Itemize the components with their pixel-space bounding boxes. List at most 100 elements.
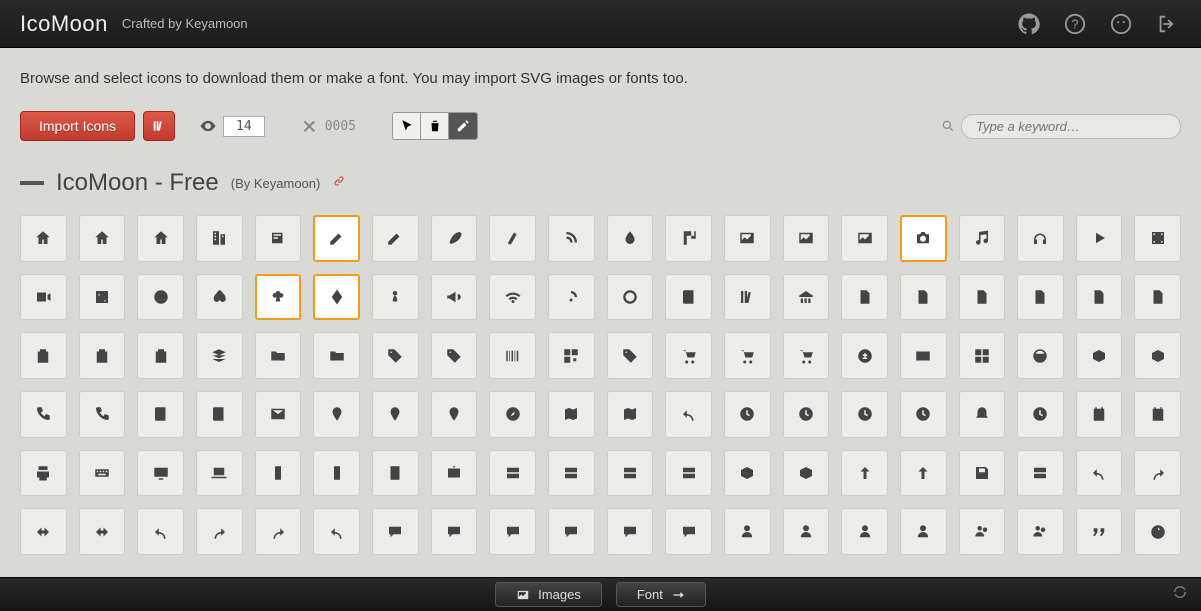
- icon-tags[interactable]: [372, 332, 419, 379]
- icon-bullhorn[interactable]: [431, 274, 478, 321]
- icon-location2[interactable]: [431, 391, 478, 438]
- icon-users2[interactable]: [1017, 508, 1064, 555]
- icon-bubbles3[interactable]: [607, 508, 654, 555]
- icon-notebook[interactable]: [196, 391, 243, 438]
- icon-laptop[interactable]: [196, 450, 243, 497]
- icon-redo2[interactable]: [196, 508, 243, 555]
- icon-forward[interactable]: [255, 508, 302, 555]
- icon-keyboard[interactable]: [79, 450, 126, 497]
- icon-bell[interactable]: [959, 391, 1006, 438]
- icon-location[interactable]: [372, 391, 419, 438]
- icon-connection[interactable]: [489, 274, 536, 321]
- icon-quill[interactable]: [431, 215, 478, 262]
- icon-qrcode[interactable]: [489, 332, 536, 379]
- select-mode-button[interactable]: [393, 113, 421, 139]
- icon-file[interactable]: [841, 274, 888, 321]
- icon-folder[interactable]: [196, 332, 243, 379]
- icon-image[interactable]: [724, 215, 771, 262]
- icon-barcode[interactable]: [431, 332, 478, 379]
- icon-drawer[interactable]: [548, 450, 595, 497]
- icon-cart3[interactable]: [724, 332, 771, 379]
- icon-feed[interactable]: [607, 274, 654, 321]
- icon-clubs[interactable]: [255, 274, 302, 321]
- icon-film[interactable]: [1134, 215, 1181, 262]
- icon-reply[interactable]: [313, 508, 360, 555]
- import-button[interactable]: Import Icons: [20, 111, 135, 141]
- icon-spades[interactable]: [196, 274, 243, 321]
- icon-stack[interactable]: [1134, 274, 1181, 321]
- icon-file2[interactable]: [1017, 274, 1064, 321]
- icon-pushpin[interactable]: [313, 391, 360, 438]
- icon-paste3[interactable]: [137, 332, 184, 379]
- icon-cart[interactable]: [607, 332, 654, 379]
- icon-clock2[interactable]: [783, 391, 830, 438]
- icon-copy[interactable]: [1076, 274, 1123, 321]
- icon-map2[interactable]: [607, 391, 654, 438]
- icon-diamonds[interactable]: [313, 274, 360, 321]
- delete-mode-button[interactable]: [421, 113, 449, 139]
- icon-file-empty[interactable]: [959, 274, 1006, 321]
- icon-print[interactable]: [20, 450, 67, 497]
- icon-bubbles4[interactable]: [665, 508, 712, 555]
- icon-users[interactable]: [959, 508, 1006, 555]
- icon-alarm2[interactable]: [900, 391, 947, 438]
- icon-redo[interactable]: [1134, 450, 1181, 497]
- icon-flip2[interactable]: [79, 508, 126, 555]
- icon-blog[interactable]: [548, 215, 595, 262]
- font-button[interactable]: Font: [616, 582, 706, 607]
- icon-pencil2[interactable]: [372, 215, 419, 262]
- icon-user2[interactable]: [783, 508, 830, 555]
- icon-compass[interactable]: [489, 391, 536, 438]
- icon-mobile[interactable]: [255, 450, 302, 497]
- icon-calendar2[interactable]: [1134, 391, 1181, 438]
- icon-newspaper[interactable]: [255, 215, 302, 262]
- link-icon[interactable]: [332, 174, 346, 193]
- edit-mode-button[interactable]: [449, 113, 477, 139]
- app-logo[interactable]: IcoMoon: [20, 11, 108, 37]
- icon-upload[interactable]: [900, 450, 947, 497]
- icon-ticket[interactable]: [548, 332, 595, 379]
- icon-flip[interactable]: [20, 508, 67, 555]
- icon-music[interactable]: [959, 215, 1006, 262]
- icon-box[interactable]: [1134, 332, 1181, 379]
- icon-cart2[interactable]: [665, 332, 712, 379]
- icon-image2[interactable]: [783, 215, 830, 262]
- icon-download[interactable]: [841, 450, 888, 497]
- icon-profile[interactable]: [900, 274, 947, 321]
- collapse-toggle[interactable]: [20, 181, 44, 185]
- icon-paste[interactable]: [20, 332, 67, 379]
- icon-books[interactable]: [724, 274, 771, 321]
- icon-tag[interactable]: [313, 332, 360, 379]
- icon-screen[interactable]: [137, 450, 184, 497]
- images-button[interactable]: Images: [495, 582, 602, 607]
- icon-tv[interactable]: [431, 450, 478, 497]
- icon-home2[interactable]: [79, 215, 126, 262]
- icon-coin[interactable]: [783, 332, 830, 379]
- icon-pawn[interactable]: [372, 274, 419, 321]
- icon-user[interactable]: [724, 508, 771, 555]
- icon-book[interactable]: [665, 274, 712, 321]
- icon-drawer2[interactable]: [607, 450, 654, 497]
- visible-count-value[interactable]: 14: [223, 116, 265, 137]
- icon-box-add2[interactable]: [724, 450, 771, 497]
- icon-envelope[interactable]: [255, 391, 302, 438]
- icon-box-remove[interactable]: [1076, 332, 1123, 379]
- icon-paste2[interactable]: [79, 332, 126, 379]
- icon-calendar[interactable]: [1076, 391, 1123, 438]
- icon-library[interactable]: [783, 274, 830, 321]
- exit-icon[interactable]: [1149, 6, 1185, 42]
- icon-credit-card[interactable]: [841, 332, 888, 379]
- icon-user3[interactable]: [841, 508, 888, 555]
- icon-home[interactable]: [20, 215, 67, 262]
- icon-phone-hang-up[interactable]: [79, 391, 126, 438]
- help-icon[interactable]: ?: [1057, 6, 1093, 42]
- icon-folder-open[interactable]: [255, 332, 302, 379]
- clear-selection[interactable]: 0005: [301, 118, 356, 134]
- icon-history[interactable]: [665, 391, 712, 438]
- icon-play[interactable]: [1076, 215, 1123, 262]
- search-input[interactable]: [961, 114, 1181, 139]
- github-icon[interactable]: [1011, 6, 1047, 42]
- icon-droplet[interactable]: [607, 215, 654, 262]
- icon-undo[interactable]: [1076, 450, 1123, 497]
- icon-bubbles2[interactable]: [548, 508, 595, 555]
